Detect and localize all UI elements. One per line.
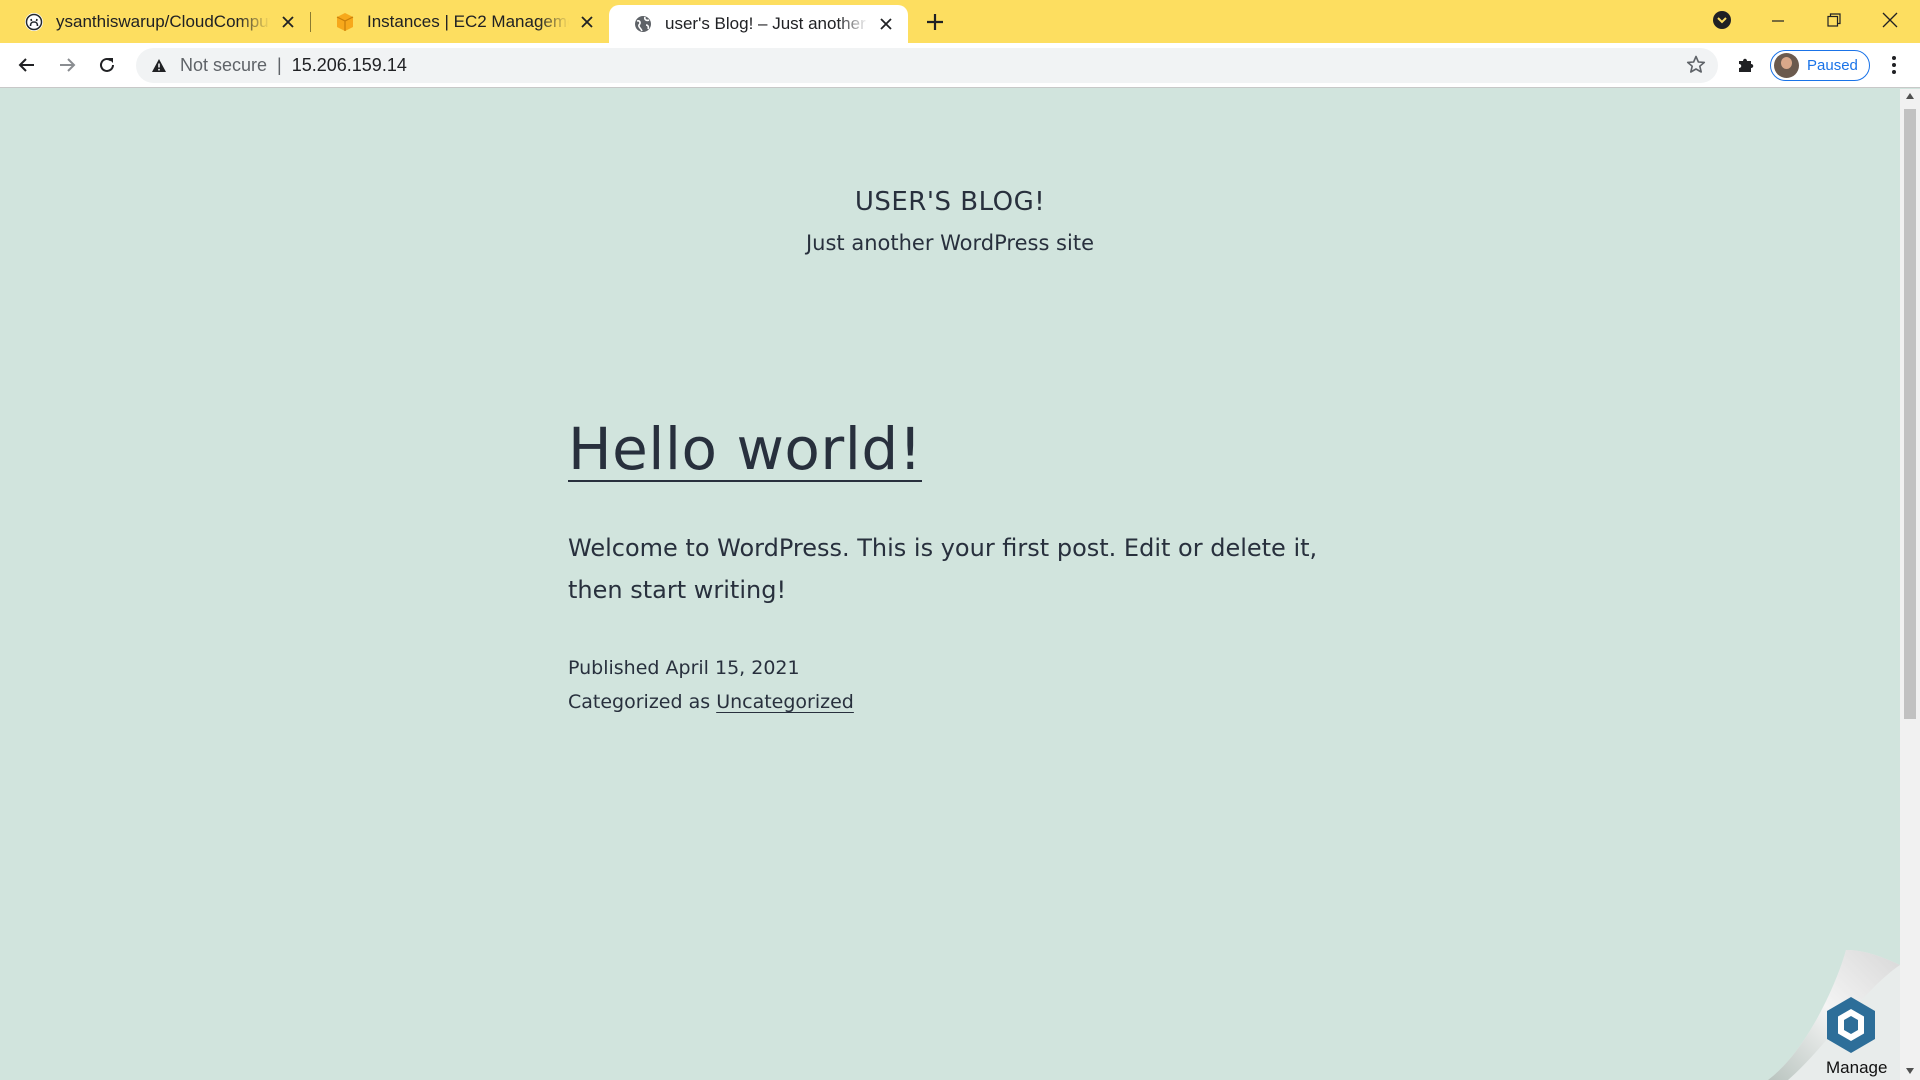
restore-button[interactable] [1806,0,1862,40]
tab-title: ysanthiswarup/CloudComputing [56,11,270,31]
site-title[interactable]: USER'S BLOG! [0,187,1900,217]
restore-icon [1827,13,1841,27]
tab-strip: ysanthiswarup/CloudComputing Instances |… [0,0,1920,43]
web-page: USER'S BLOG! Just another WordPress site… [0,89,1900,1080]
manage-widget[interactable]: Manage [1768,950,1900,1080]
address-bar[interactable]: Not secure | 15.206.159.14 [136,48,1718,83]
profile-status: Paused [1807,57,1858,74]
reload-button[interactable] [89,47,125,83]
close-icon [1882,12,1898,28]
kebab-menu-icon [1892,56,1896,74]
post-meta: Published April 15, 2021 Categorized as … [568,651,854,719]
close-tab-icon[interactable] [276,10,300,34]
bitnami-logo-icon [1827,997,1875,1053]
url-text[interactable]: 15.206.159.14 [292,55,407,76]
omnibox-divider: | [277,55,282,75]
close-tab-icon[interactable] [575,10,599,34]
manage-label[interactable]: Manage [1826,1058,1887,1078]
chevron-down-icon [1713,11,1731,29]
back-arrow-icon [18,58,34,72]
published-prefix: Published [568,657,660,679]
menu-button[interactable] [1876,47,1912,83]
tab-github[interactable]: ysanthiswarup/CloudComputing [0,0,310,43]
tab-ec2-console[interactable]: Instances | EC2 Management Console [311,0,609,43]
tab-search-button[interactable] [1694,0,1750,40]
tab-title: Instances | EC2 Management Console [367,11,569,31]
back-button[interactable] [9,47,45,83]
bookmark-star-icon[interactable] [1684,53,1708,77]
minimize-icon [1772,20,1784,22]
close-tab-icon[interactable] [874,12,898,36]
site-tagline: Just another WordPress site [805,231,1094,255]
close-window-button[interactable] [1862,0,1918,40]
new-tab-button[interactable] [921,8,949,36]
profile-chip[interactable]: Paused [1770,50,1870,81]
extensions-button[interactable] [1728,47,1764,83]
published-date: April 15, 2021 [665,657,800,679]
tab-users-blog[interactable]: user's Blog! – Just another WordPress si… [609,5,908,43]
category-link[interactable]: Uncategorized [716,691,854,713]
minimize-button[interactable] [1750,0,1806,40]
tab-title: user's Blog! – Just another WordPress si… [665,14,868,33]
forward-button[interactable] [49,47,85,83]
post-body: Welcome to WordPress. This is your first… [568,534,1318,604]
published-line: Published April 15, 2021 [568,651,854,685]
scrollbar-thumb[interactable] [1904,109,1916,719]
github-icon [24,12,44,32]
aws-cube-icon [335,12,355,32]
category-prefix: Categorized as [568,691,711,713]
warning-icon[interactable] [148,55,170,77]
vertical-scrollbar[interactable] [1900,89,1920,1080]
puzzle-piece-icon [1739,58,1754,72]
category-line: Categorized as Uncategorized [568,685,854,719]
security-label[interactable]: Not secure [180,55,267,76]
forward-arrow-icon [60,58,76,72]
globe-icon [633,14,653,34]
post-title-link[interactable]: Hello world! [568,419,923,482]
scroll-down-arrow-icon[interactable] [1906,1068,1914,1074]
reload-icon [100,57,114,72]
avatar [1774,53,1799,78]
browser-toolbar: Not secure | 15.206.159.14 Paused [0,43,1920,88]
scroll-up-arrow-icon[interactable] [1906,93,1914,99]
